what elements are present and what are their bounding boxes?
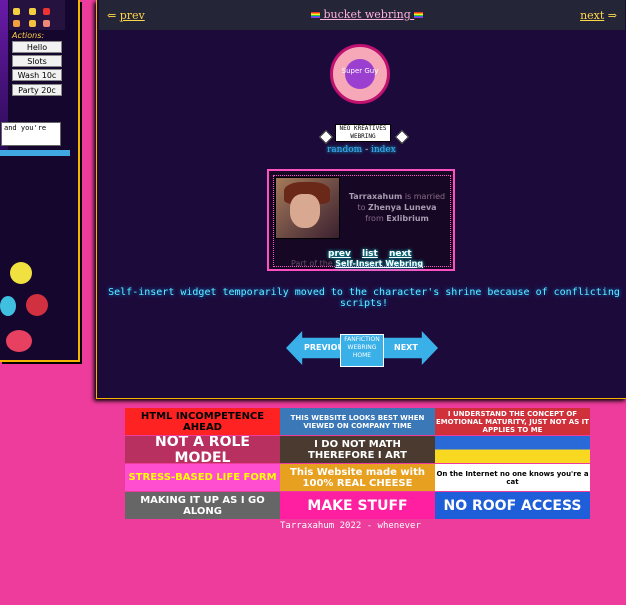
from-label: from — [365, 214, 384, 223]
avatar-face — [290, 194, 320, 228]
web-button-1[interactable]: HTML INCOMPETENCE AHEAD — [125, 408, 280, 435]
next-arrow-icon: ⇒ — [607, 9, 617, 22]
web-button-7[interactable]: STRESS-BASED LIFE FORM — [125, 464, 280, 491]
webring-prev-link[interactable]: ⇐ prev — [107, 9, 145, 22]
widget-next-link[interactable]: next — [389, 249, 412, 259]
web-button-4[interactable]: NOT A ROLE MODEL — [125, 436, 280, 463]
prev-label: prev — [119, 9, 145, 22]
chat-box[interactable]: and you're — [1, 122, 61, 146]
web-button-3[interactable]: I UNDERSTAND THE CONCEPT OF EMOTIONAL MA… — [435, 408, 590, 435]
web-button-12[interactable]: NO ROOF ACCESS — [435, 492, 590, 519]
web-button-5[interactable]: I DO NOT MATH THEREFORE I ART — [280, 436, 435, 463]
fanfic-next-button[interactable]: NEXT — [384, 331, 438, 365]
badge-prev-arrow-icon[interactable] — [318, 129, 334, 145]
married-text: Tarraxahum is married to Zhenya Luneva f… — [345, 191, 449, 224]
flower-red — [26, 294, 48, 316]
web-button-10[interactable]: MAKING IT UP AS I GO ALONG — [125, 492, 280, 519]
fanfic-prev-button[interactable]: PREVIOUS — [286, 331, 340, 365]
pride-flag-icon — [311, 12, 320, 18]
flower-yellow — [10, 262, 32, 284]
sidebar-panel: Actions: Hello Slots Wash 10c Party 20c … — [0, 0, 80, 362]
self-insert-widget: Tarraxahum is married to Zhenya Luneva f… — [267, 169, 455, 271]
webring-next-link[interactable]: next ⇒ — [580, 9, 617, 22]
widget-list-link[interactable]: list — [362, 249, 378, 259]
married-name: Tarraxahum — [348, 192, 403, 201]
prev-arrow-icon: ⇐ — [107, 9, 117, 22]
source-name: Exlibrium — [386, 214, 429, 223]
drink-icon[interactable] — [43, 8, 50, 15]
web-button-6[interactable] — [435, 436, 590, 463]
widget-part-of: Part of the Self-Insert Webring — [291, 259, 423, 268]
widget-nav: prev list next — [324, 249, 416, 259]
slots-button[interactable]: Slots — [12, 55, 62, 67]
bread-icon[interactable] — [13, 20, 20, 27]
web-button-9[interactable]: On the Internet no one knows you're a ca… — [435, 464, 590, 491]
index-link[interactable]: index — [371, 145, 396, 155]
random-index-links: random - index — [327, 145, 396, 155]
cake-icon[interactable] — [29, 20, 36, 27]
ring-name-link[interactable]: Self-Insert Webring — [335, 259, 423, 268]
seal-text: Super Guy — [341, 67, 379, 75]
flower-blue — [0, 296, 16, 316]
webring-title: bucket webring — [323, 8, 411, 21]
flower-pink — [6, 330, 32, 352]
fanfic-home-button[interactable]: FANFICTION WEBRING HOME — [340, 334, 384, 367]
hello-button[interactable]: Hello — [12, 41, 62, 53]
wash-button[interactable]: Wash 10c — [12, 69, 62, 81]
spouse-name: Zhenya Luneva — [368, 203, 437, 212]
widget-prev-link[interactable]: prev — [328, 249, 351, 259]
candy-icon[interactable] — [43, 20, 50, 27]
webring-title-link[interactable]: bucket webring — [311, 8, 424, 21]
self-insert-notice: Self-insert widget temporarily moved to … — [108, 287, 620, 309]
web-button-2[interactable]: THIS WEBSITE LOOKS BEST WHEN VIEWED ON C… — [280, 408, 435, 435]
actions-label: Actions: — [12, 31, 45, 40]
random-link[interactable]: random — [327, 145, 362, 155]
web-button-8[interactable]: This Website made with 100% REAL CHEESE — [280, 464, 435, 491]
pride-flag-icon — [414, 12, 424, 18]
food-icon[interactable] — [29, 8, 36, 15]
web-button-11[interactable]: MAKE STUFF — [280, 492, 435, 519]
link-separator: - — [365, 145, 369, 155]
party-button[interactable]: Party 20c — [12, 84, 62, 96]
fanfic-next-label: NEXT — [394, 343, 418, 352]
webring-bar: ⇐ prev bucket webring next ⇒ — [99, 0, 625, 30]
super-guy-seal[interactable]: Super Guy — [330, 44, 390, 104]
badge-next-arrow-icon[interactable] — [394, 129, 410, 145]
pet-items-area — [9, 0, 65, 30]
avatar — [275, 177, 340, 239]
main-panel: ⇐ prev bucket webring next ⇒ Super Guy N… — [96, 0, 626, 399]
part-of-label: Part of the — [291, 259, 333, 268]
burger-icon[interactable] — [13, 8, 20, 15]
sidebar-divider — [0, 150, 70, 156]
neo-kreatives-badge[interactable]: NEO KREATIVES WEBRING — [335, 124, 391, 142]
next-label: next — [580, 9, 605, 22]
footer-text: Tarraxahum 2022 - whenever — [280, 521, 421, 531]
